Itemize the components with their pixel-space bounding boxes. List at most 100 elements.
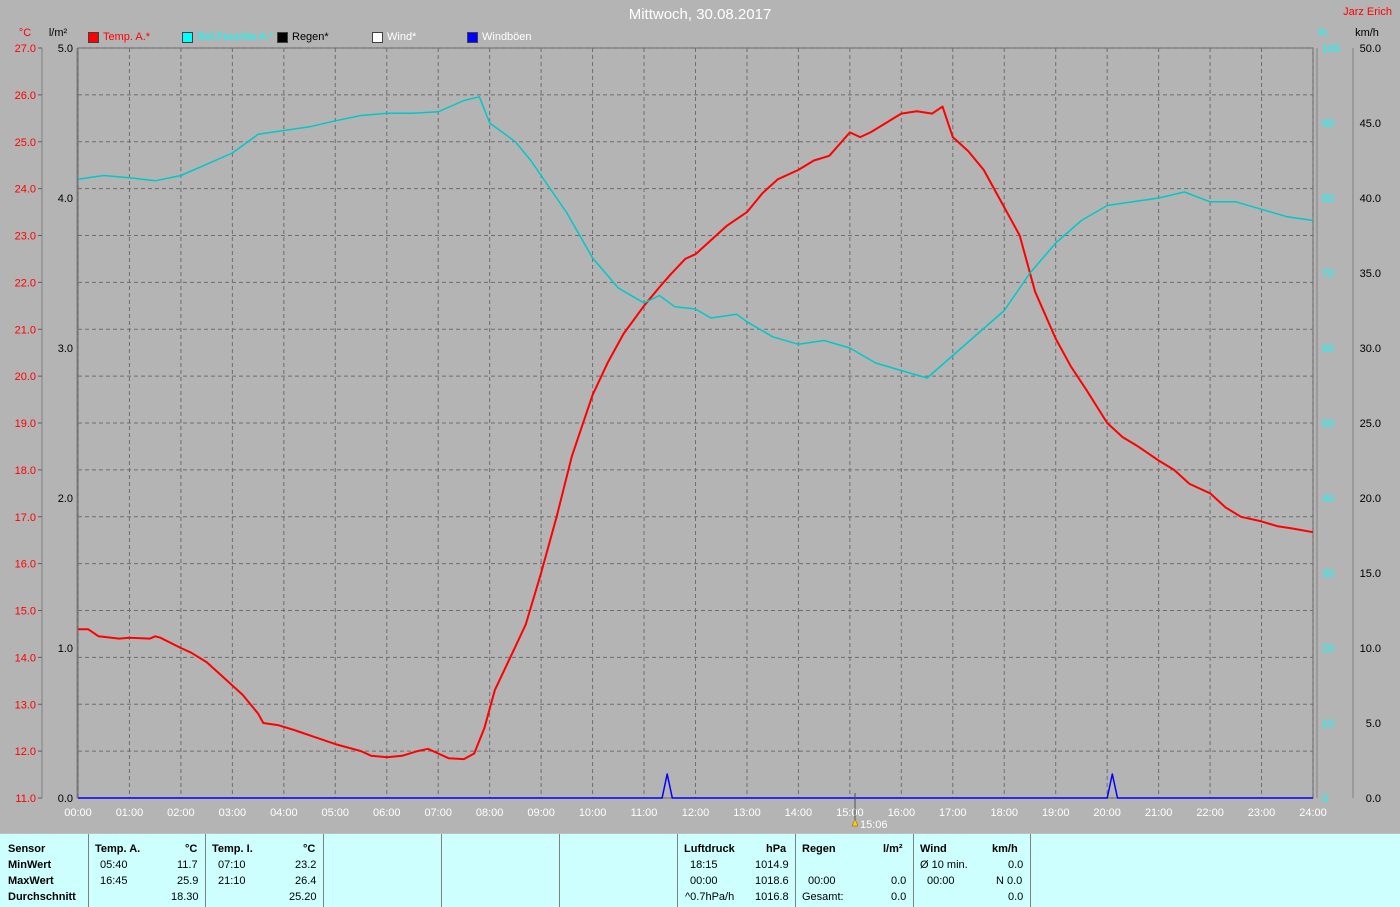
legend-label: Wind* [387, 31, 417, 43]
header-wind-unit: km/h [992, 843, 1018, 855]
table-divider [795, 834, 796, 907]
x-tick-label: 18:00 [990, 807, 1018, 819]
x-tick-label: 01:00 [116, 807, 144, 819]
rain-tick-label: 0.0 [58, 793, 73, 805]
rain-r2-label: 00:00 [808, 875, 836, 887]
pressure-r3-val: 1016.8 [755, 891, 789, 903]
table-divider [677, 834, 678, 907]
x-tick-label: 00:00 [64, 807, 92, 819]
humidity-unit-label: % [1317, 27, 1327, 39]
legend-swatch [88, 31, 99, 43]
temp-i-min-val: 23.2 [295, 859, 317, 871]
temp-a-min-time: 05:40 [100, 859, 128, 871]
rain-tick-label: 2.0 [58, 493, 73, 505]
legend-item: Temp. A.* [88, 31, 150, 43]
legend-label: Rel.Feuchte A.* [197, 31, 274, 43]
temp-tick-label: 14.0 [15, 652, 36, 664]
x-tick-label: 20:00 [1093, 807, 1121, 819]
rain-r2-val: 0.0 [891, 875, 907, 887]
table-divider [913, 834, 914, 907]
wind-tick-label: 40.0 [1360, 193, 1381, 205]
wind-tick-label: 20.0 [1360, 493, 1381, 505]
x-tick-label: 17:00 [939, 807, 967, 819]
chart-area: 00:00 01:00 02:00 03:00 04:00 05:00 06:00 07:00… [0, 0, 1400, 833]
legend-item: Windböen [467, 31, 532, 43]
temp-i-max-val: 26.4 [295, 875, 317, 887]
table-divider [1030, 834, 1031, 907]
rain-tick-label: 3.0 [58, 343, 73, 355]
table-divider [323, 834, 324, 907]
humidity-tick-label: 70 [1322, 268, 1334, 280]
wind-r3-val: 0.0 [1008, 891, 1024, 903]
humidity-tick-label: 10 [1322, 718, 1334, 730]
x-tick-label: 08:00 [476, 807, 504, 819]
row-label-avg: Durchschnitt [8, 891, 76, 903]
temp-tick-label: 13.0 [15, 699, 36, 711]
humidity-tick-label: 100 [1322, 43, 1340, 55]
wind-unit-label: km/h [1355, 27, 1379, 39]
x-tick-label: 15:00 [836, 807, 864, 819]
humidity-tick-label: 40 [1322, 493, 1334, 505]
wind-r1-val: 0.0 [1008, 859, 1024, 871]
legend-swatch [277, 31, 288, 43]
header-pressure-unit: hPa [766, 843, 787, 855]
header-wind: Wind [920, 843, 947, 855]
humidity-tick-label: 90 [1322, 118, 1334, 130]
x-tick-label: 22:00 [1196, 807, 1224, 819]
temp-tick-label: 25.0 [15, 137, 36, 149]
header-rain: Regen [802, 843, 836, 855]
temp-tick-label: 19.0 [15, 418, 36, 430]
table-divider [88, 834, 89, 907]
x-tick-label: 03:00 [219, 807, 247, 819]
chart-title: Mittwoch, 30.08.2017 [628, 6, 772, 23]
legend-item: Wind* [372, 31, 416, 43]
wind-tick-label: 5.0 [1366, 718, 1381, 730]
temp-i-avg: 25.20 [289, 891, 317, 903]
humidity-tick-label: 30 [1322, 568, 1334, 580]
pressure-r3-label: ^0.7hPa/h [685, 891, 735, 903]
x-tick-label: 12:00 [682, 807, 710, 819]
x-tick-label: 23:00 [1248, 807, 1276, 819]
header-sensor: Sensor [8, 843, 46, 855]
wind-tick-label: 50.0 [1360, 43, 1381, 55]
temp-a-max-time: 16:45 [100, 875, 128, 887]
wind-tick-label: 35.0 [1360, 268, 1381, 280]
x-tick-label: 24:00 [1299, 807, 1327, 819]
pressure-r2-val: 1018.6 [755, 875, 789, 887]
temp-tick-label: 17.0 [15, 512, 36, 524]
legend-item: Rel.Feuchte A.* [182, 31, 273, 43]
legend-swatch [372, 31, 383, 43]
temp-tick-label: 18.0 [15, 465, 36, 477]
temp-tick-label: 16.0 [15, 559, 36, 571]
temp-tick-label: 12.0 [15, 746, 36, 758]
temp-tick-label: 24.0 [15, 184, 36, 196]
rain-tick-label: 1.0 [58, 643, 73, 655]
temp-a-max-val: 25.9 [177, 875, 199, 887]
x-tick-label: 13:00 [733, 807, 761, 819]
temp-tick-label: 22.0 [15, 277, 36, 289]
table-divider [441, 834, 442, 907]
header-temp-a: Temp. A. [95, 843, 141, 855]
weather-chart: 00:00 01:00 02:00 03:00 04:00 05:00 06:00 07:00… [15, 27, 1381, 831]
temp-i-max-time: 21:10 [218, 875, 246, 887]
author-label: Jarz Erich [1343, 6, 1392, 18]
rain-r3-label: Gesamt: [802, 891, 844, 903]
x-tick-label: 05:00 [322, 807, 350, 819]
temp-tick-label: 15.0 [15, 606, 36, 618]
wind-tick-label: 10.0 [1360, 643, 1381, 655]
row-label-min: MinWert [8, 859, 52, 871]
temp-tick-label: 21.0 [15, 324, 36, 336]
legend-label: Temp. A.* [103, 31, 151, 43]
x-tick-label: 10:00 [579, 807, 607, 819]
header-pressure: Luftdruck [684, 843, 735, 855]
header-temp-a-unit: °C [185, 843, 198, 855]
table-divider [559, 834, 560, 907]
wind-r2-val: N 0.0 [996, 875, 1023, 887]
x-tick-label: 19:00 [1042, 807, 1070, 819]
wind-tick-label: 30.0 [1360, 343, 1381, 355]
humidity-tick-label: 60 [1322, 343, 1334, 355]
x-tick-label: 04:00 [270, 807, 298, 819]
humidity-tick-label: 20 [1322, 643, 1334, 655]
pressure-r2-label: 00:00 [690, 875, 718, 887]
x-tick-label: 09:00 [527, 807, 555, 819]
